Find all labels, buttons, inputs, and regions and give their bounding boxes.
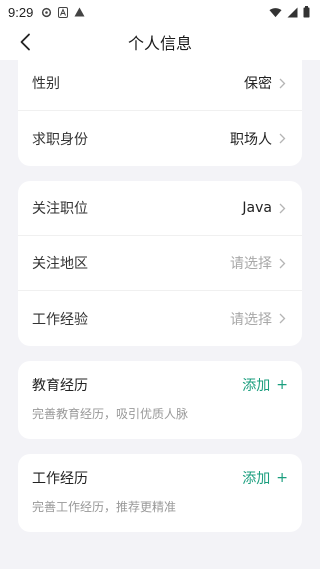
status-time: 9:29 [8,4,34,20]
followed-region-row[interactable]: 关注地区 请选择 [18,236,302,291]
plus-icon: + [276,377,288,393]
a-app-icon [58,6,69,18]
system-icons [269,6,310,18]
add-work-label: 添加 [242,471,271,487]
job-identity-row[interactable]: 求职身份 职场人 [18,111,302,166]
followed-position-row[interactable]: 关注职位 Java [18,181,302,236]
chevron-right-icon [276,77,288,89]
followed-position-value: Java [242,200,272,216]
back-button[interactable] [14,31,36,53]
plus-icon: + [276,470,288,486]
gender-value: 保密 [244,76,272,92]
job-identity-value: 职场人 [230,131,272,148]
followed-region-value: 请选择 [230,256,272,272]
wifi-icon [269,7,282,17]
work-experience-value: 请选择 [230,311,272,328]
followed-position-label: 关注职位 [32,201,88,217]
gear-icon [42,7,52,17]
status-bar: 9:29 [0,0,320,24]
nav-bar: 个人信息 [0,24,320,60]
education-title: 教育经历 [32,378,88,394]
back-arrow-icon [20,33,30,51]
add-education-button[interactable]: 添加 + [242,375,288,395]
work-desc: 完善工作经历，推荐更精准 [32,500,177,514]
battery-icon [303,6,310,18]
gender-row[interactable]: 性别 保密 [18,60,302,111]
chevron-right-icon [276,257,288,269]
signal-icon [287,7,298,17]
scroll-content[interactable]: 性别 保密 求职身份 职场人 关注职位 Java 关注地区 请选择 工作经验 请… [0,60,320,569]
triangle-app-icon [74,7,85,17]
page-title: 个人信息 [127,34,192,53]
education-desc: 完善教育经历，吸引优质人脉 [32,407,189,421]
add-work-button[interactable]: 添加 + [242,468,288,488]
add-education-label: 添加 [242,378,271,394]
chevron-right-icon [276,133,288,145]
job-identity-label: 求职身份 [32,131,88,148]
chevron-right-icon [276,313,288,325]
work-experience-label: 工作经验 [32,311,88,328]
followed-region-label: 关注地区 [32,256,88,272]
work-title: 工作经历 [32,471,88,487]
notification-icons [41,6,85,18]
work-experience-row[interactable]: 工作经验 请选择 [18,291,302,346]
basic-info-card: 性别 保密 求职身份 职场人 [18,60,302,166]
work-card: 工作经历 添加 + 完善工作经历，推荐更精准 [18,454,302,532]
preference-card: 关注职位 Java 关注地区 请选择 工作经验 请选择 [18,181,302,346]
gender-label: 性别 [32,76,60,92]
chevron-right-icon [276,202,288,214]
education-card: 教育经历 添加 + 完善教育经历，吸引优质人脉 [18,361,302,439]
